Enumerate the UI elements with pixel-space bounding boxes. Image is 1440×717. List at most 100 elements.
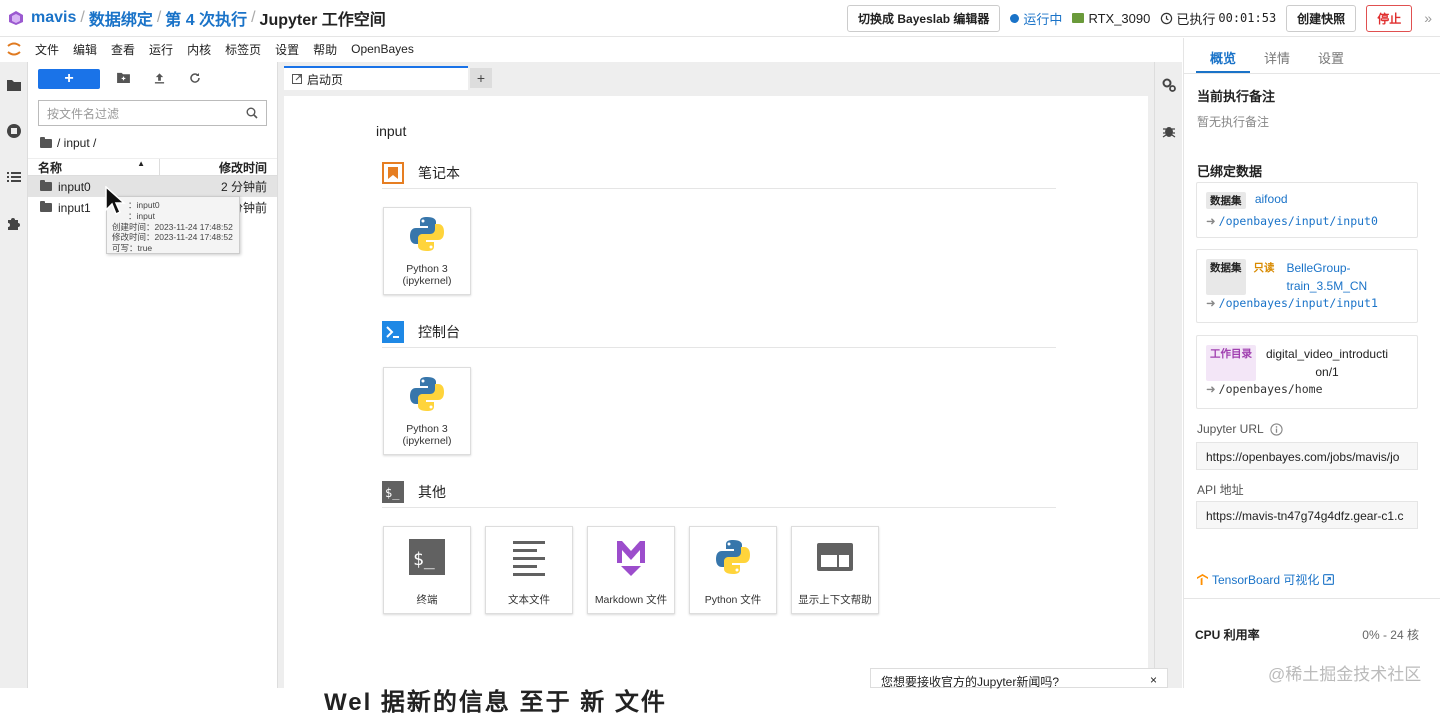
terminal-card[interactable]: $_ 终端: [383, 526, 471, 614]
tooltip-line: ：input0: [128, 200, 160, 210]
card-label: Python 3: [406, 263, 448, 275]
collapse-panel-icon[interactable]: »: [1424, 10, 1432, 26]
refresh-icon: [190, 72, 200, 83]
markdown-icon: [617, 541, 645, 576]
tab-launcher[interactable]: 启动页: [284, 66, 468, 90]
upload-button[interactable]: [141, 72, 177, 87]
column-name-label: 名称: [38, 160, 63, 175]
api-url-field[interactable]: https://mavis-tn47g74g4dfz.gear-c1.c: [1196, 501, 1418, 529]
menu-tabs[interactable]: 标签页: [225, 41, 261, 58]
note-title: 当前执行备注: [1197, 89, 1276, 104]
elapsed-info: 已执行 00:01:53: [1160, 9, 1276, 28]
launcher-panel: input 笔记本 Python 3 (ipykernel) 控制台 Pytho…: [284, 96, 1148, 716]
home-folder-icon[interactable]: [40, 136, 52, 148]
menu-settings[interactable]: 设置: [275, 41, 299, 58]
markdown-file-card[interactable]: Markdown 文件: [587, 526, 675, 614]
breadcrumb: / input /: [28, 126, 277, 158]
menu-view[interactable]: 查看: [111, 41, 135, 58]
info-icon[interactable]: [1270, 422, 1283, 436]
tooltip-line: 修改时间：2023-11-24 17:48:52: [112, 232, 233, 243]
status-dot-icon: [1010, 13, 1020, 23]
page-title: Jupyter 工作空间: [259, 12, 386, 29]
tab-settings[interactable]: 设置: [1304, 38, 1358, 73]
execution-panel: 概览 详情 设置 当前执行备注 暂无执行备注 已绑定数据 数据集 aifood …: [1183, 38, 1440, 688]
binding-card: 数据集 只读 BelleGroup- train_3.5M_CN ➜/openb…: [1196, 249, 1418, 323]
jupyter-url-field[interactable]: https://openbayes.com/jobs/mavis/jo: [1196, 442, 1418, 470]
file-list-header: 名称 ▲ 修改时间: [28, 158, 277, 176]
workdir-name: digital_video_introducti on/1: [1266, 345, 1388, 381]
card-label: 文本文件: [508, 594, 550, 606]
tensorboard-link[interactable]: TensorBoard 可视化: [1197, 571, 1335, 588]
binding-card: 工作目录 digital_video_introducti on/1 ➜/ope…: [1196, 335, 1418, 409]
other-section-title: 其他: [418, 483, 446, 500]
tab-launcher-label: 启动页: [307, 72, 344, 87]
dataset-link[interactable]: BelleGroup- train_3.5M_CN: [1287, 259, 1368, 295]
python-icon: [716, 540, 750, 574]
file-name: input0: [58, 179, 91, 194]
folder-icon: [40, 201, 52, 212]
running-tab[interactable]: [0, 108, 28, 154]
text-file-card[interactable]: 文本文件: [485, 526, 573, 614]
other-section-icon: $_: [382, 480, 404, 503]
property-inspector-tab[interactable]: [1155, 62, 1183, 108]
dataset-name-line: BelleGroup-: [1286, 261, 1351, 275]
mavis-logo-icon: [9, 11, 23, 25]
switch-editor-button[interactable]: 切换成 Bayeslab 编辑器: [847, 4, 1001, 32]
file-browser-tab[interactable]: [0, 62, 28, 108]
menu-help[interactable]: 帮助: [313, 41, 337, 58]
refresh-button[interactable]: [177, 72, 213, 87]
menu-run[interactable]: 运行: [149, 41, 173, 58]
clock-icon: [1161, 12, 1173, 24]
current-path[interactable]: / input /: [57, 136, 96, 150]
panel-tabs: 概览 详情 设置: [1184, 38, 1440, 74]
debugger-tab[interactable]: [1155, 108, 1183, 154]
menu-edit[interactable]: 编辑: [73, 41, 97, 58]
breadcrumb-user[interactable]: mavis: [31, 9, 76, 27]
file-browser: + 按文件名过滤 / input / 名称 ▲ 修改时间 input0 2 分钟…: [28, 62, 278, 688]
card-label: Markdown 文件: [594, 594, 668, 606]
left-sidebar: [0, 62, 28, 688]
file-filter-input[interactable]: 按文件名过滤: [38, 100, 267, 126]
toast-message: 您想要接收官方的Jupyter新闻吗?: [881, 675, 1060, 689]
text-file-icon: [513, 541, 545, 576]
extensions-tab[interactable]: [0, 200, 28, 246]
new-folder-button[interactable]: [105, 72, 141, 86]
notebook-section-icon: [382, 161, 404, 184]
menu-openbayes[interactable]: OpenBayes: [351, 42, 414, 56]
dataset-link[interactable]: aifood: [1255, 192, 1288, 206]
menu-file[interactable]: 文件: [35, 41, 59, 58]
stop-button[interactable]: 停止: [1366, 4, 1413, 32]
context-help-card[interactable]: 显示上下文帮助: [791, 526, 879, 614]
python-file-card[interactable]: Python 文件: [689, 526, 777, 614]
mouse-cursor-icon: [105, 186, 126, 216]
folder-icon: [7, 80, 21, 91]
mount-path-text: /openbayes/input/input0: [1218, 214, 1378, 228]
stop-circle-icon: [7, 124, 21, 138]
close-icon[interactable]: ×: [1150, 673, 1157, 687]
breadcrumb-separator: /: [80, 9, 85, 26]
arrow-right-icon: ➜: [1206, 384, 1216, 396]
tab-details[interactable]: 详情: [1250, 38, 1304, 73]
cpu-usage: CPU 利用率 0% - 24 核: [1195, 626, 1419, 643]
column-name-header[interactable]: 名称 ▲: [28, 158, 160, 176]
top-actions: 切换成 Bayeslab 编辑器 运行中 RTX_3090 已执行 00:01:…: [847, 4, 1432, 32]
menu-kernel[interactable]: 内核: [187, 41, 211, 58]
column-modified-header[interactable]: 修改时间: [160, 159, 277, 176]
python-icon: [410, 377, 444, 411]
file-row[interactable]: input0 2 分钟前: [28, 176, 277, 197]
add-tab-button[interactable]: +: [470, 68, 492, 88]
workdir-name-line: on/1: [1315, 365, 1339, 379]
dataset-name-line: train_3.5M_CN: [1286, 279, 1368, 293]
breadcrumb-separator: /: [156, 9, 162, 26]
create-snapshot-button[interactable]: 创建快照: [1286, 4, 1357, 32]
tab-overview[interactable]: 概览: [1196, 38, 1251, 73]
notebook-python3-card[interactable]: Python 3 (ipykernel): [383, 207, 471, 295]
console-python3-card[interactable]: Python 3 (ipykernel): [383, 367, 471, 455]
status-indicator: 运行中: [1010, 9, 1062, 28]
toc-tab[interactable]: [0, 154, 28, 200]
breadcrumb-execution[interactable]: 第 4 次执行: [165, 6, 247, 30]
workdir-badge: 工作目录: [1206, 345, 1256, 381]
new-launcher-button[interactable]: +: [38, 69, 100, 89]
breadcrumb-project[interactable]: 数据绑定: [89, 6, 153, 30]
upload-icon: [154, 72, 164, 83]
